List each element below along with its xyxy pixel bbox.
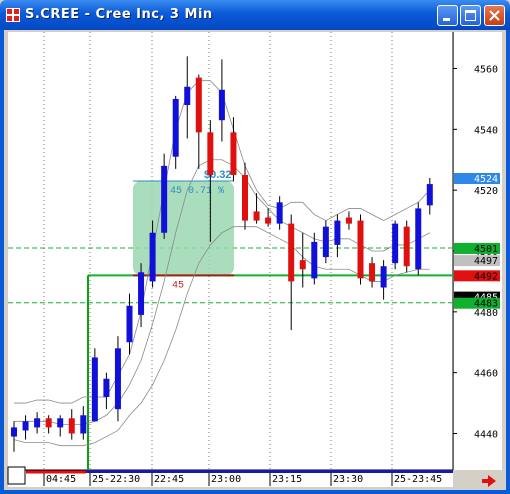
candle-body[interactable] bbox=[345, 217, 352, 224]
minimize-icon bbox=[443, 18, 450, 21]
candle-body[interactable] bbox=[311, 241, 318, 279]
price-marker-label: 4497 bbox=[474, 256, 498, 267]
selection-bars: 45 bbox=[172, 280, 184, 291]
candle-body[interactable] bbox=[138, 272, 145, 315]
candle-body[interactable] bbox=[242, 174, 248, 221]
candle-body[interactable] bbox=[68, 418, 75, 434]
candle-body[interactable] bbox=[392, 223, 399, 264]
candle-body[interactable] bbox=[380, 266, 387, 288]
close-button[interactable] bbox=[484, 5, 505, 26]
candle-body[interactable] bbox=[45, 418, 52, 428]
candle-body[interactable] bbox=[415, 208, 422, 270]
price-tick-label: 4540 bbox=[474, 125, 498, 136]
price-tick-label: 4460 bbox=[474, 369, 498, 380]
candle-body[interactable] bbox=[276, 202, 283, 224]
scrollbar[interactable] bbox=[86, 470, 453, 473]
price-marker-label: 4501 bbox=[474, 244, 498, 255]
candle-body[interactable] bbox=[172, 98, 179, 157]
price-marker-label: 4524 bbox=[474, 174, 498, 185]
candle-body[interactable] bbox=[195, 77, 202, 133]
candle-body[interactable] bbox=[114, 348, 121, 410]
candle-body[interactable] bbox=[369, 263, 376, 282]
price-marker-label: 4483 bbox=[474, 299, 498, 310]
time-label: 04:45 bbox=[46, 474, 76, 485]
candle-body[interactable] bbox=[149, 232, 156, 282]
candle-body[interactable] bbox=[230, 132, 237, 175]
time-label: 25-22:30 bbox=[92, 474, 140, 485]
candle-body[interactable] bbox=[11, 427, 17, 437]
candle-body[interactable] bbox=[334, 220, 341, 245]
candle-body[interactable] bbox=[103, 378, 110, 397]
candle-body[interactable] bbox=[253, 211, 260, 221]
title-bar[interactable]: S.CREE - Cree Inc, 3 Min bbox=[0, 0, 510, 30]
time-label: 23:15 bbox=[272, 474, 302, 485]
candle-body[interactable] bbox=[22, 421, 29, 431]
candle-body[interactable] bbox=[126, 305, 133, 343]
price-chart[interactable]: $0.3245 0.71 %45456045404520450044804460… bbox=[4, 30, 506, 490]
scroll-right-arrow-icon[interactable] bbox=[482, 475, 496, 487]
price-tick-label: 4520 bbox=[474, 186, 498, 197]
maximize-icon bbox=[465, 10, 476, 21]
candle-body[interactable] bbox=[357, 220, 364, 279]
candle-body[interactable] bbox=[184, 86, 191, 105]
minimize-button[interactable] bbox=[437, 5, 458, 26]
app-icon bbox=[6, 8, 20, 22]
candle-body[interactable] bbox=[34, 418, 41, 428]
maximize-button[interactable] bbox=[460, 5, 481, 26]
candle-body[interactable] bbox=[91, 357, 98, 422]
time-label: 23:30 bbox=[333, 474, 363, 485]
time-label: 25-23:45 bbox=[394, 474, 442, 485]
price-marker-label: 4492 bbox=[474, 271, 498, 282]
candle-body[interactable] bbox=[265, 217, 272, 224]
time-label: 22:45 bbox=[154, 474, 184, 485]
close-icon bbox=[489, 10, 500, 21]
candle-body[interactable] bbox=[57, 418, 64, 428]
time-label: 23:00 bbox=[211, 474, 241, 485]
candle-body[interactable] bbox=[288, 223, 295, 282]
candle-body[interactable] bbox=[161, 165, 168, 233]
candle-body[interactable] bbox=[80, 415, 87, 434]
window-title: S.CREE - Cree Inc, 3 Min bbox=[25, 7, 213, 22]
chart-window[interactable]: $0.3245 0.71 %45456045404520450044804460… bbox=[4, 30, 506, 490]
selection-percent: 45 0.71 % bbox=[170, 186, 224, 197]
corner-box[interactable] bbox=[7, 466, 26, 485]
candle-body[interactable] bbox=[218, 89, 225, 121]
candle-body[interactable] bbox=[207, 132, 214, 175]
price-tick-label: 4440 bbox=[474, 430, 498, 441]
candle-body[interactable] bbox=[403, 226, 410, 267]
price-tick-label: 4560 bbox=[474, 65, 498, 76]
candle-body[interactable] bbox=[322, 226, 329, 258]
candle-body[interactable] bbox=[299, 260, 306, 270]
candle-body[interactable] bbox=[426, 184, 433, 206]
